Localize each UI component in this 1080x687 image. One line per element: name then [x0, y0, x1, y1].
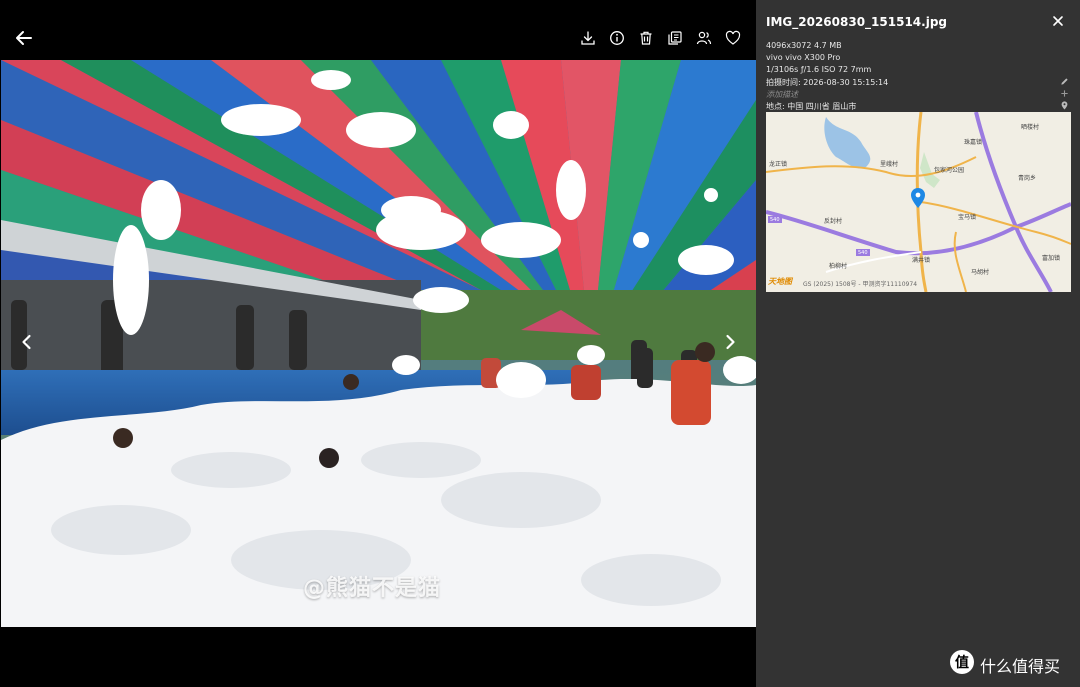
capture-time: 拍摄时间: 2026-08-30 15:15:14: [766, 78, 889, 87]
map-label: 反封村: [824, 218, 843, 225]
back-arrow-icon[interactable]: [14, 28, 34, 48]
photo-watermark: @熊猫不是猫: [303, 576, 442, 601]
map-label: 满井镇: [912, 257, 931, 264]
map-label: 柏柳村: [829, 263, 848, 270]
map-provider-logo: 天地图: [768, 277, 792, 286]
location: 地点: 中国 四川省 眉山市: [766, 102, 857, 111]
photo[interactable]: [1, 60, 756, 627]
brand-text: 什么值得买: [980, 657, 1061, 676]
heart-icon[interactable]: [725, 30, 741, 46]
map-label: 包家河公园: [934, 167, 965, 174]
map-copyright: GS (2025) 1508号 - 甲测资字11110974: [803, 281, 918, 288]
map-label: 宝马镇: [958, 214, 977, 221]
svg-text:值: 值: [955, 654, 969, 671]
exposure-info: 1/3106s ƒ/1.6 ISO 72 7mm: [766, 65, 872, 74]
map-label: 里峨村: [880, 161, 899, 168]
copy-icon[interactable]: [667, 30, 683, 46]
brand-logo-icon: 值: [950, 650, 974, 674]
people-icon[interactable]: [696, 30, 712, 46]
next-arrow-icon[interactable]: [721, 333, 739, 351]
resolution-size: 4096x3072 4.7 MB: [766, 41, 842, 50]
close-icon[interactable]: [1052, 15, 1064, 27]
map-label: 珠嘉镇: [964, 139, 983, 146]
info-panel: IMG_20260830_151514.jpg 4096x3072 4.7 MB…: [756, 0, 1080, 687]
photo-viewer: @熊猫不是猫: [0, 0, 756, 687]
map-label: 晒楼村: [1021, 124, 1040, 131]
map-label: 富加镇: [1042, 255, 1061, 262]
description-input[interactable]: 添加描述: [766, 89, 798, 100]
location-map[interactable]: 晒楼村 珠嘉镇 龙正镇 里峨村 包家河公园 青岗乡 反封村 宝马镇 柏柳村 满井…: [766, 112, 1071, 292]
download-icon[interactable]: [580, 30, 596, 46]
map-label: 龙正镇: [769, 161, 788, 168]
previous-arrow-icon[interactable]: [18, 333, 36, 351]
trash-icon[interactable]: [638, 30, 654, 46]
road-number: 540: [858, 250, 868, 256]
file-name: IMG_20260830_151514.jpg: [766, 15, 948, 29]
edit-icon[interactable]: [1060, 77, 1069, 86]
add-icon[interactable]: [1060, 89, 1069, 98]
viewer-toolbar: [0, 0, 756, 60]
road-number: 540: [770, 217, 780, 223]
info-icon[interactable]: [609, 30, 625, 46]
map-label: 马胡村: [971, 269, 990, 276]
device-model: vivo vivo X300 Pro: [766, 53, 841, 62]
map-label: 青岗乡: [1018, 175, 1037, 182]
location-pin-icon[interactable]: [1060, 101, 1069, 110]
